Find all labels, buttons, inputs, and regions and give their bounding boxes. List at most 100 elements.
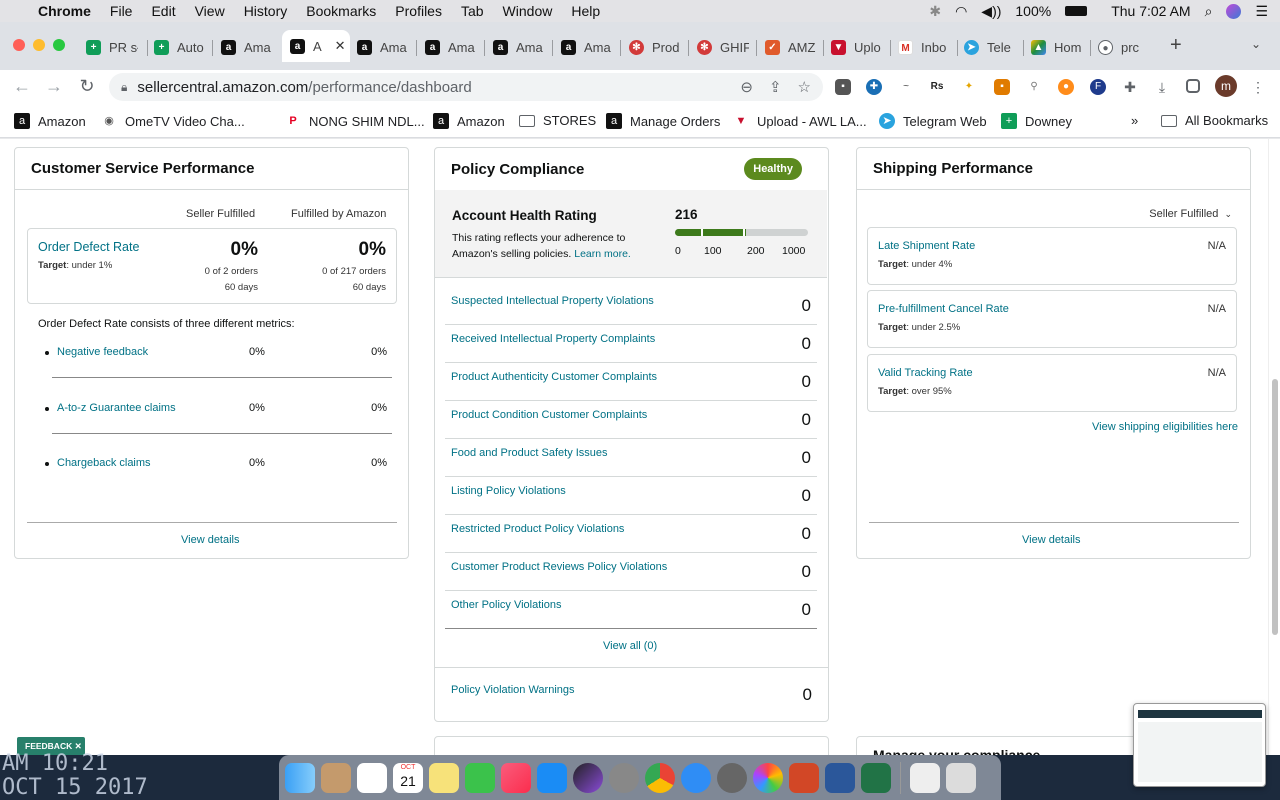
tab[interactable]: + PR sł [86,34,138,60]
extension-f-icon[interactable]: F [1090,79,1106,95]
contacts-icon[interactable] [321,762,351,793]
tab[interactable]: a Ama [425,34,477,60]
wifi-icon[interactable]: ◠ [955,3,967,20]
tab[interactable]: ✓ AMZ [765,34,817,60]
policy-row-link[interactable]: Other Policy Violations [451,599,561,611]
policy-row-link[interactable]: Product Authenticity Customer Complaints [451,371,657,383]
extension-rs-icon[interactable]: Rs [929,79,945,95]
close-icon[interactable]: ✕ [75,741,82,751]
tab[interactable]: ▲ Hom [1031,34,1083,60]
view-all-link[interactable]: View all (0) [603,640,657,652]
battery-icon[interactable] [1065,6,1088,16]
tab-active[interactable]: a A ✕ [282,30,350,62]
bookmark-item[interactable]: a Amazon [433,113,505,129]
facetime-icon[interactable] [465,762,495,793]
menu-bookmarks[interactable]: Bookmarks [306,3,376,19]
tab[interactable]: ➤ Tele [964,34,1016,60]
tab-search-chevron-icon[interactable]: ⌄ [1251,37,1261,51]
extension-off-icon[interactable]: ▪ [835,79,851,95]
tab[interactable]: a Ama [493,34,545,60]
reminders-icon[interactable] [357,762,387,793]
policy-row-link[interactable]: Customer Product Reviews Policy Violatio… [451,561,667,573]
tab[interactable]: ✻ GHIF [697,34,749,60]
zoom-icon[interactable]: ⊖ [740,78,753,96]
bookmarks-overflow-chevron[interactable]: » [1131,113,1138,128]
documents-stack-icon[interactable] [910,762,940,793]
reload-icon[interactable]: ↻ [76,76,98,97]
bookmark-item[interactable]: a Manage Orders [606,113,720,129]
tab[interactable]: ● prc [1098,34,1150,60]
menu-profiles[interactable]: Profiles [395,3,442,19]
system-preferences-icon[interactable] [609,762,639,793]
safari-icon[interactable] [681,762,711,793]
photos-icon[interactable] [753,762,783,793]
bookmark-folder[interactable]: STORES [519,113,596,128]
menu-window[interactable]: Window [503,3,553,19]
calendar-icon[interactable]: OCT 21 [393,762,423,793]
shipping-metric-link[interactable]: Late Shipment Rate [878,240,975,252]
excel-icon[interactable] [861,762,891,793]
menu-file[interactable]: File [110,3,133,19]
siri-icon[interactable] [573,762,603,793]
downloads-icon[interactable]: ⤓ [1154,79,1170,95]
shipping-metric-link[interactable]: Pre-fulfillment Cancel Rate [878,303,1009,315]
address-bar[interactable]: 🔒︎ sellercentral.amazon.com/performance/… [109,73,823,101]
finder-icon[interactable] [285,762,315,793]
bookmark-item[interactable]: a Amazon [14,113,86,129]
bookmark-item[interactable]: P NONG SHIM NDL... [285,113,424,129]
screenshot-preview-thumbnail[interactable] [1133,703,1266,787]
notes-icon[interactable] [429,762,459,793]
extension-keepa-icon[interactable]: ~ [898,79,914,95]
policy-row-link[interactable]: Suspected Intellectual Property Violatio… [451,295,654,307]
trash-icon[interactable] [946,762,976,793]
shipping-eligibilities-link[interactable]: View shipping eligibilities here [1092,421,1238,433]
window-minimize-button[interactable] [33,39,45,51]
tab[interactable]: ✻ Prod [629,34,681,60]
spotlight-search-icon[interactable]: ⌕ [1205,3,1213,20]
menu-history[interactable]: History [244,3,288,19]
bookmark-item[interactable]: ➤ Telegram Web [879,113,987,129]
bookmark-item[interactable]: + Downey [1001,113,1072,129]
policy-row-link[interactable]: Restricted Product Policy Violations [451,523,624,535]
lock-icon[interactable]: 🔒︎ [121,80,127,95]
extension-helium-icon[interactable]: ✚ [866,79,882,95]
side-panel-icon[interactable] [1186,79,1200,93]
shipping-metric-link[interactable]: Valid Tracking Rate [878,367,973,379]
page-scrollbar[interactable] [1268,139,1280,755]
profile-avatar[interactable]: m [1215,75,1237,97]
extension-sparkle-icon[interactable]: ✦ [961,79,977,95]
view-details-link[interactable]: View details [181,534,240,546]
policy-row-link[interactable]: Food and Product Safety Issues [451,447,608,459]
volume-icon[interactable]: ◀)) [981,3,1001,20]
extension-firefox-icon[interactable]: ● [1058,79,1074,95]
policy-row-link[interactable]: Product Condition Customer Complaints [451,409,647,421]
back-arrow-icon[interactable]: ← [11,76,33,97]
menubar-clock[interactable]: Thu 7:02 AM [1111,3,1190,19]
window-zoom-button[interactable] [53,39,65,51]
policy-row-link[interactable]: Listing Policy Violations [451,485,566,497]
bluetooth-icon[interactable]: ✱ [929,3,941,20]
bookmark-item[interactable]: ◉ OmeTV Video Cha... [101,113,245,129]
bookmark-star-icon[interactable]: ☆ [798,78,811,96]
new-tab-button[interactable]: + [1170,34,1182,57]
scrollbar-thumb[interactable] [1272,379,1278,635]
bookmark-item[interactable]: ▼ Upload - AWL LA... [733,113,867,129]
forward-arrow-icon[interactable]: → [43,76,65,97]
tab[interactable]: a Ama [561,34,613,60]
siri-icon[interactable] [1226,3,1242,19]
menu-app-name[interactable]: Chrome [38,3,91,19]
tab-close-icon[interactable]: ✕ [335,38,346,54]
view-details-link[interactable]: View details [1022,534,1081,546]
metric-link[interactable]: Negative feedback [57,346,148,358]
extension-link-icon[interactable]: ⚲ [1026,79,1042,95]
window-close-button[interactable] [13,39,25,51]
metric-link[interactable]: A-to-z Guarantee claims [57,402,176,414]
tab[interactable]: + Auto [154,34,206,60]
app-store-icon[interactable] [537,762,567,793]
learn-more-link[interactable]: Learn more. [574,248,631,260]
control-center-icon[interactable]: ☰ [1255,3,1268,20]
music-icon[interactable] [501,762,531,793]
metric-link[interactable]: Chargeback claims [57,457,151,469]
powerpoint-icon[interactable] [789,762,819,793]
menu-view[interactable]: View [195,3,225,19]
